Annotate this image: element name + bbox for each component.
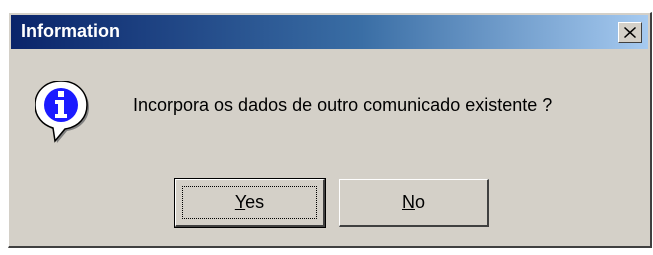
dialog-title: Information [21, 21, 120, 41]
no-button-label: No [401, 192, 425, 212]
no-button[interactable]: No [339, 179, 489, 227]
focus-rectangle [182, 186, 317, 219]
dialog-message: Incorpora os dados de outro comunicado e… [133, 95, 553, 115]
close-icon [624, 27, 636, 38]
title-bar[interactable]: Information [11, 15, 648, 49]
close-button[interactable] [618, 22, 642, 43]
info-icon [35, 81, 89, 143]
yes-button[interactable]: Yes [174, 178, 326, 228]
information-dialog: Information Incorpora os dados de outro … [8, 12, 652, 248]
